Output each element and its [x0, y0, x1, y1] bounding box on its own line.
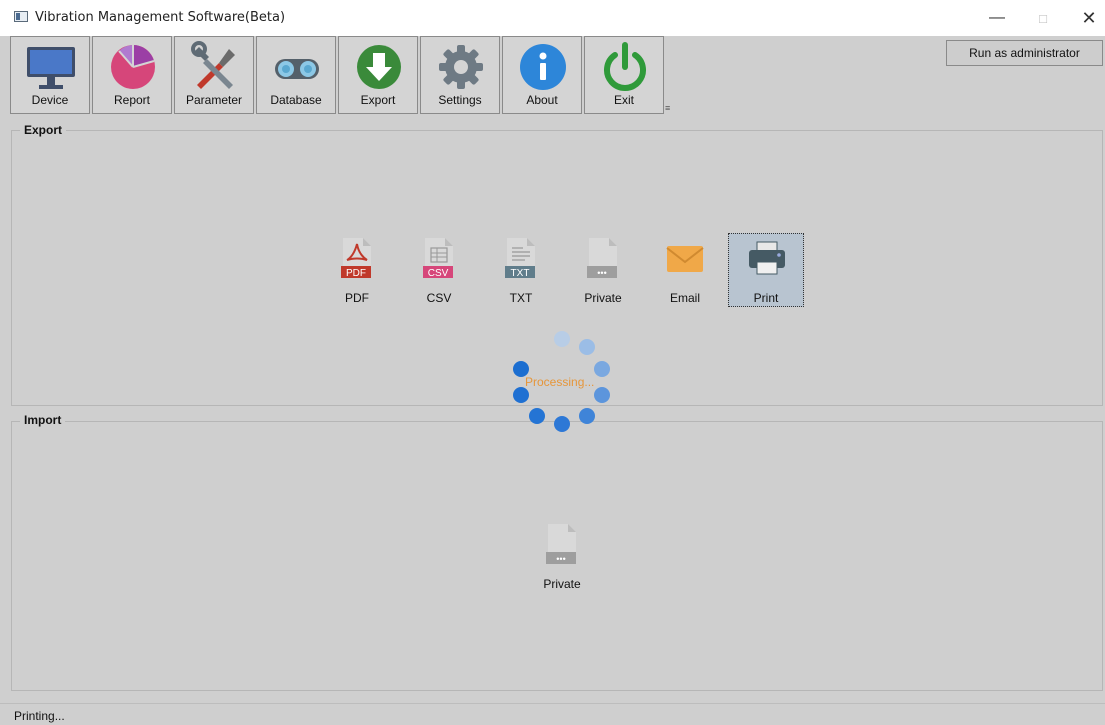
binoculars-icon — [275, 59, 319, 79]
import-private-button[interactable]: ••• Private — [524, 520, 600, 594]
device-button[interactable]: Device — [10, 36, 90, 114]
main-toolbar: Device Report Parameter Database Export … — [10, 36, 666, 116]
parameter-label: Parameter — [185, 93, 243, 107]
settings-label: Settings — [438, 93, 482, 107]
export-button[interactable]: Export — [338, 36, 418, 114]
title-bar: Vibration Management Software(Beta) — □ … — [0, 0, 1105, 36]
export-private-label: Private — [584, 291, 622, 305]
device-label: Device — [31, 93, 69, 107]
database-button[interactable]: Database — [256, 36, 336, 114]
toolbar-overflow-icon[interactable]: ≡ — [665, 103, 670, 113]
about-button[interactable]: About — [502, 36, 582, 114]
export-print-label: Print — [753, 291, 779, 305]
tools-icon — [191, 41, 235, 89]
export-txt-button[interactable]: TXT TXT — [483, 234, 559, 308]
download-icon — [357, 45, 401, 89]
svg-text:TXT: TXT — [511, 268, 530, 279]
pdf-file-icon: PDF — [341, 238, 371, 279]
svg-text:•••: ••• — [597, 268, 606, 278]
report-label: Report — [113, 93, 151, 107]
info-icon — [520, 44, 566, 90]
processing-text: Processing... — [525, 375, 595, 389]
txt-file-icon: TXT — [505, 238, 535, 279]
import-private-label: Private — [543, 577, 581, 591]
parameter-button[interactable]: Parameter — [174, 36, 254, 114]
export-email-label: Email — [669, 291, 700, 305]
report-button[interactable]: Report — [92, 36, 172, 114]
export-print-button[interactable]: Print — [728, 233, 804, 307]
gear-icon — [439, 45, 483, 89]
export-pdf-button[interactable]: PDF PDF — [319, 234, 395, 308]
svg-text:•••: ••• — [556, 554, 565, 564]
exit-button[interactable]: Exit — [584, 36, 664, 114]
export-group: Export PDF PDF CSV CSV TXT TXT ••• Priva… — [11, 123, 1103, 406]
svg-text:CSV: CSV — [428, 268, 449, 279]
window-title: Vibration Management Software(Beta) — [35, 10, 286, 25]
about-label: About — [526, 93, 558, 107]
app-icon — [14, 11, 28, 22]
export-csv-label: CSV — [426, 291, 452, 305]
minimize-button[interactable]: — — [974, 4, 1020, 32]
run-as-admin-button[interactable]: Run as administrator — [946, 40, 1103, 66]
import-group-title: Import — [20, 413, 66, 427]
monitor-icon — [27, 47, 75, 89]
export-label: Export — [360, 93, 396, 107]
private-file-icon: ••• — [587, 238, 617, 278]
close-button[interactable]: ✕ — [1066, 4, 1105, 32]
import-group: Import ••• Private — [11, 413, 1103, 691]
svg-text:PDF: PDF — [346, 268, 366, 279]
export-csv-button[interactable]: CSV CSV — [401, 234, 477, 308]
export-group-title: Export — [20, 123, 67, 137]
pie-chart-icon — [111, 45, 155, 89]
settings-button[interactable]: Settings — [420, 36, 500, 114]
export-private-button[interactable]: ••• Private — [565, 234, 641, 308]
export-pdf-label: PDF — [345, 291, 369, 305]
exit-label: Exit — [613, 93, 634, 107]
private-file-icon: ••• — [546, 524, 576, 564]
export-email-button[interactable]: Email — [647, 234, 723, 308]
printer-icon — [749, 241, 785, 275]
export-txt-label: TXT — [509, 291, 533, 305]
email-icon — [666, 246, 704, 272]
database-label: Database — [270, 93, 322, 107]
status-text: Printing... — [14, 709, 65, 723]
power-icon — [604, 42, 646, 91]
csv-file-icon: CSV — [423, 238, 453, 279]
status-bar: Printing... — [0, 703, 1105, 725]
maximize-button[interactable]: □ — [1020, 4, 1066, 32]
